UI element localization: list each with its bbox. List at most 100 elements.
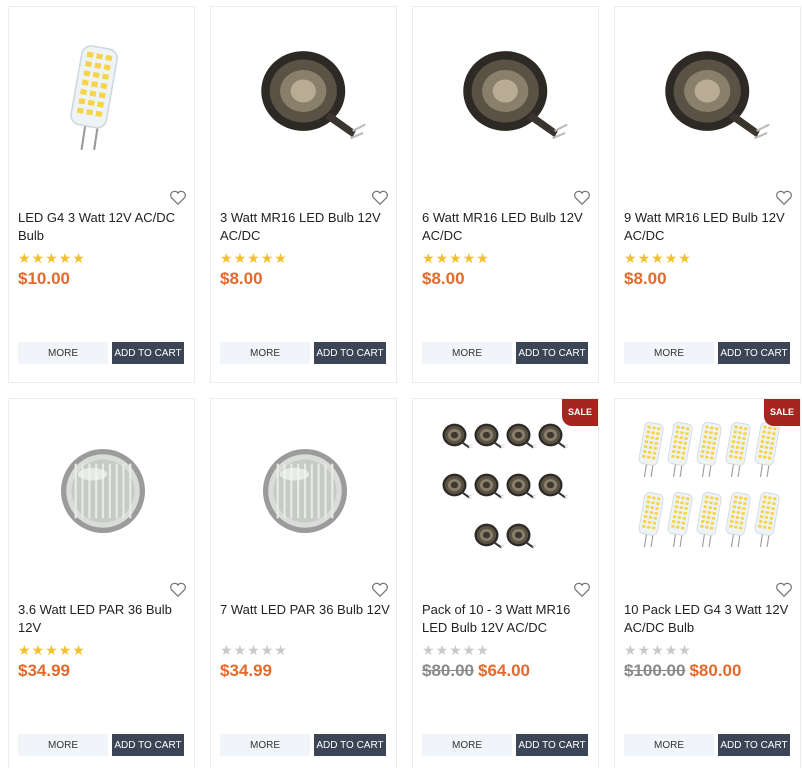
product-title[interactable]: Pack of 10 - 3 Watt MR16 LED Bulb 12V AC… — [422, 601, 592, 637]
add-to-cart-button[interactable]: ADD TO CART — [718, 342, 790, 364]
star-icon: ★ — [31, 250, 46, 266]
star-icon: ★ — [651, 642, 665, 658]
more-button[interactable]: MORE — [18, 734, 108, 756]
product-card: SALE Pack of 10 - 3 Watt MR16 LED Bulb 1… — [412, 398, 599, 768]
star-icon: ★ — [476, 250, 490, 266]
add-to-cart-button[interactable]: ADD TO CART — [112, 734, 184, 756]
star-icon: ★ — [233, 642, 248, 658]
star-icon: ★ — [476, 642, 490, 658]
product-title[interactable]: 3.6 Watt LED PAR 36 Bulb 12V — [18, 601, 188, 637]
product-card: LED G4 3 Watt 12V AC/DC Bulb ★★★★★ $10.0… — [8, 6, 195, 383]
star-icon: ★ — [45, 250, 59, 266]
rating-stars: ★★★★★ — [624, 642, 692, 658]
product-card: SALE 10 Pack LED G4 3 Watt 12V AC/DC Bul… — [614, 398, 801, 768]
star-icon: ★ — [637, 642, 652, 658]
heart-icon[interactable] — [371, 190, 389, 206]
star-icon: ★ — [435, 250, 450, 266]
star-icon: ★ — [233, 250, 248, 266]
heart-icon[interactable] — [573, 582, 591, 598]
star-icon: ★ — [274, 250, 288, 266]
star-icon: ★ — [449, 642, 463, 658]
product-price: $34.99 — [18, 661, 70, 681]
heart-icon[interactable] — [169, 190, 187, 206]
heart-icon[interactable] — [573, 190, 591, 206]
star-icon: ★ — [220, 642, 234, 658]
mr16-pack-image[interactable] — [413, 399, 598, 579]
g4-pack-image[interactable] — [615, 399, 800, 579]
par36-bulb-image[interactable] — [211, 399, 396, 579]
par36-bulb-image[interactable] — [9, 399, 194, 579]
product-card: 3.6 Watt LED PAR 36 Bulb 12V ★★★★★ $34.9… — [8, 398, 195, 768]
star-icon: ★ — [260, 250, 275, 266]
current-price: $8.00 — [624, 269, 667, 288]
product-price: $8.00 — [624, 269, 667, 289]
heart-icon[interactable] — [169, 582, 187, 598]
star-icon: ★ — [45, 642, 59, 658]
product-card: 6 Watt MR16 LED Bulb 12V AC/DC ★★★★★ $8.… — [412, 6, 599, 383]
heart-icon[interactable] — [371, 582, 389, 598]
current-price: $34.99 — [220, 661, 272, 680]
rating-stars: ★★★★★ — [624, 250, 692, 266]
rating-stars: ★★★★★ — [422, 250, 490, 266]
product-title[interactable]: 3 Watt MR16 LED Bulb 12V AC/DC — [220, 209, 390, 245]
product-price: $100.00 $80.00 — [624, 661, 741, 681]
rating-stars: ★★★★★ — [422, 642, 490, 658]
product-card: 9 Watt MR16 LED Bulb 12V AC/DC ★★★★★ $8.… — [614, 6, 801, 383]
product-title[interactable]: 9 Watt MR16 LED Bulb 12V AC/DC — [624, 209, 794, 245]
product-price: $8.00 — [422, 269, 465, 289]
star-icon: ★ — [624, 250, 638, 266]
mr16-bulb-image[interactable] — [211, 7, 396, 187]
current-price: $8.00 — [220, 269, 263, 288]
star-icon: ★ — [260, 642, 275, 658]
heart-icon[interactable] — [775, 190, 793, 206]
current-price: $80.00 — [689, 661, 742, 680]
sale-badge: SALE — [764, 399, 800, 426]
product-card: 3 Watt MR16 LED Bulb 12V AC/DC ★★★★★ $8.… — [210, 6, 397, 383]
star-icon: ★ — [72, 250, 86, 266]
add-to-cart-button[interactable]: ADD TO CART — [718, 734, 790, 756]
add-to-cart-button[interactable]: ADD TO CART — [516, 734, 588, 756]
add-to-cart-button[interactable]: ADD TO CART — [314, 342, 386, 364]
more-button[interactable]: MORE — [624, 734, 714, 756]
star-icon: ★ — [274, 642, 288, 658]
old-price: $80.00 — [422, 661, 474, 680]
product-title[interactable]: 10 Pack LED G4 3 Watt 12V AC/DC Bulb — [624, 601, 794, 637]
star-icon: ★ — [18, 250, 32, 266]
star-icon: ★ — [678, 250, 692, 266]
star-icon: ★ — [449, 250, 463, 266]
star-icon: ★ — [462, 250, 477, 266]
star-icon: ★ — [72, 642, 86, 658]
current-price: $8.00 — [422, 269, 465, 288]
more-button[interactable]: MORE — [220, 734, 310, 756]
add-to-cart-button[interactable]: ADD TO CART — [314, 734, 386, 756]
star-icon: ★ — [637, 250, 652, 266]
more-button[interactable]: MORE — [18, 342, 108, 364]
star-icon: ★ — [678, 642, 692, 658]
add-to-cart-button[interactable]: ADD TO CART — [112, 342, 184, 364]
mr16-bulb-image[interactable] — [615, 7, 800, 187]
more-button[interactable]: MORE — [422, 342, 512, 364]
add-to-cart-button[interactable]: ADD TO CART — [516, 342, 588, 364]
star-icon: ★ — [58, 642, 73, 658]
star-icon: ★ — [220, 250, 234, 266]
product-price: $8.00 — [220, 269, 263, 289]
star-icon: ★ — [664, 642, 679, 658]
more-button[interactable]: MORE — [624, 342, 714, 364]
rating-stars: ★★★★★ — [18, 250, 86, 266]
more-button[interactable]: MORE — [422, 734, 512, 756]
more-button[interactable]: MORE — [220, 342, 310, 364]
star-icon: ★ — [435, 642, 450, 658]
product-title[interactable]: 7 Watt LED PAR 36 Bulb 12V — [220, 601, 390, 619]
product-title[interactable]: LED G4 3 Watt 12V AC/DC Bulb — [18, 209, 188, 245]
mr16-bulb-image[interactable] — [413, 7, 598, 187]
g4-led-bulb-image[interactable] — [9, 7, 194, 187]
old-price: $100.00 — [624, 661, 686, 680]
product-title[interactable]: 6 Watt MR16 LED Bulb 12V AC/DC — [422, 209, 592, 245]
star-icon: ★ — [18, 642, 32, 658]
heart-icon[interactable] — [775, 582, 793, 598]
sale-badge: SALE — [562, 399, 598, 426]
product-card: 7 Watt LED PAR 36 Bulb 12V ★★★★★ $34.99 … — [210, 398, 397, 768]
rating-stars: ★★★★★ — [220, 250, 288, 266]
star-icon: ★ — [58, 250, 73, 266]
current-price: $34.99 — [18, 661, 70, 680]
